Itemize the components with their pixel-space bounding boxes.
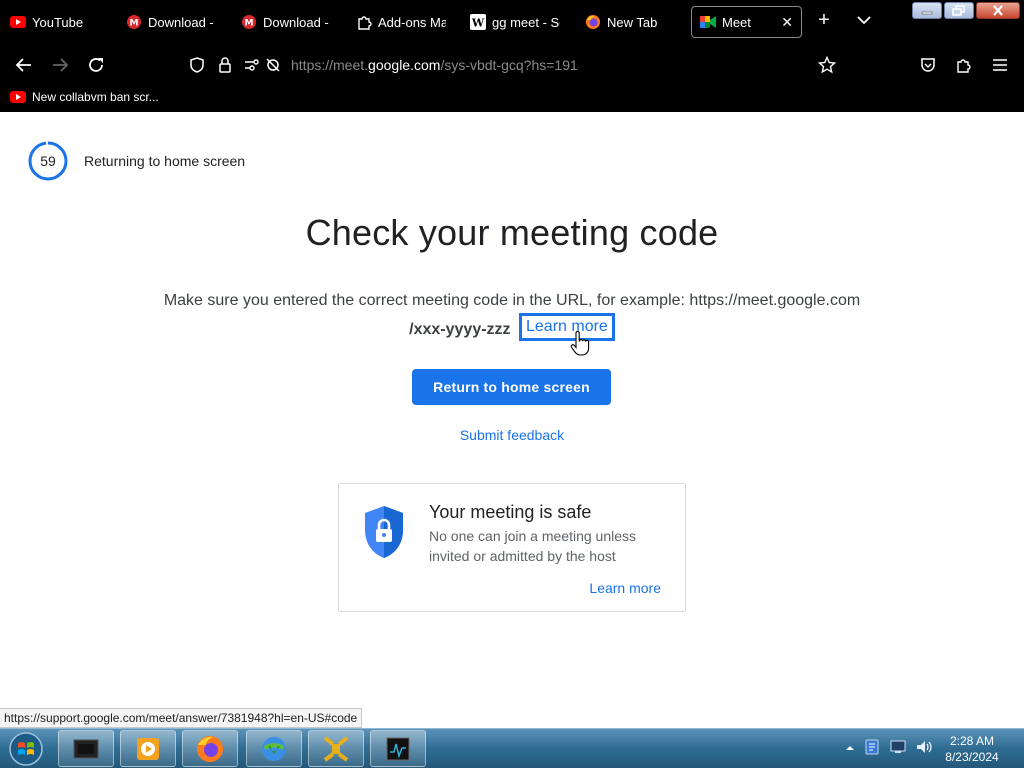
mega-icon: M xyxy=(241,14,257,30)
camera-blocked-icon[interactable] xyxy=(262,54,284,76)
task-manager-icon[interactable] xyxy=(370,730,426,767)
lock-icon[interactable] xyxy=(214,54,236,76)
mega-icon: M xyxy=(126,14,142,30)
tab-title: gg meet - Se xyxy=(492,14,560,30)
meeting-safe-card: Your meeting is safe No one can join a m… xyxy=(338,483,686,612)
safe-card-title: Your meeting is safe xyxy=(429,502,592,522)
meet-icon xyxy=(700,14,716,30)
forward-button[interactable] xyxy=(49,54,71,76)
learn-more-link[interactable]: Learn more xyxy=(519,313,615,341)
page-title: Check your meeting code xyxy=(305,212,719,253)
safe-card-body: No one can join a meeting unless invited… xyxy=(429,528,637,564)
extensions-icon[interactable] xyxy=(953,54,975,76)
tab-meet[interactable]: Meet ✕ xyxy=(691,6,802,38)
tab-title: Meet xyxy=(722,14,751,30)
show-hidden-icons-icon[interactable] xyxy=(845,740,855,758)
countdown-label: Returning to home screen xyxy=(84,153,246,169)
taskbar-clock[interactable]: 2:28 AM 8/23/2024 xyxy=(934,733,1010,765)
close-tab-icon[interactable]: ✕ xyxy=(781,14,793,31)
network-icon[interactable] xyxy=(889,738,907,761)
list-all-tabs-icon[interactable] xyxy=(854,10,874,30)
tab-bar: YouTube M Download - M M Download - M Ad… xyxy=(0,0,1024,44)
close-window-button[interactable] xyxy=(976,2,1020,19)
clock-time: 2:28 AM xyxy=(949,734,995,748)
tab-new-tab[interactable]: New Tab xyxy=(577,6,683,38)
tab-gg-meet[interactable]: W gg meet - Se xyxy=(462,6,568,38)
pocket-icon[interactable] xyxy=(917,54,939,76)
shield-lock-icon xyxy=(365,506,403,558)
tab-addons[interactable]: Add-ons Man xyxy=(348,6,454,38)
tab-youtube[interactable]: YouTube xyxy=(2,6,114,38)
volume-icon[interactable] xyxy=(915,738,933,761)
tab-title: New Tab xyxy=(607,14,658,30)
return-home-button[interactable]: Return to home screen xyxy=(412,369,611,405)
minimize-button[interactable] xyxy=(912,2,942,19)
bookmarks-toolbar: New collabvm ban scr... xyxy=(0,86,1024,112)
bookmark-star-icon[interactable] xyxy=(816,54,838,76)
url-host: google.com xyxy=(368,57,441,73)
start-button[interactable] xyxy=(6,731,46,767)
reload-button[interactable] xyxy=(85,54,107,76)
back-button[interactable] xyxy=(13,54,35,76)
internet-download-manager-icon[interactable] xyxy=(246,730,302,767)
url-bar[interactable]: https://meet.google.com/sys-vbdt-gcq?hs=… xyxy=(291,57,578,73)
description-line-1: Make sure you entered the correct meetin… xyxy=(163,292,861,309)
safe-card-learn-more-link[interactable]: Learn more xyxy=(589,580,661,596)
tab-title: Download - M xyxy=(148,14,214,30)
puzzle-icon xyxy=(356,14,372,30)
url-path: /sys-vbdt-gcq?hs=191 xyxy=(440,57,578,73)
tracking-protection-shield-icon[interactable] xyxy=(186,54,208,76)
submit-feedback-link[interactable]: Submit feedback xyxy=(0,427,1024,443)
tab-title: YouTube xyxy=(32,14,84,30)
tab-title: Add-ons Man xyxy=(378,14,446,30)
new-tab-button[interactable]: + xyxy=(814,10,834,30)
svg-text:W: W xyxy=(471,17,485,30)
window-controls xyxy=(912,2,1020,19)
svg-text:M: M xyxy=(130,19,139,29)
clock-date: 8/23/2024 xyxy=(945,750,999,764)
system-tray xyxy=(845,729,933,768)
bookmark-label: New collabvm ban scr... xyxy=(32,90,159,104)
permissions-icon[interactable] xyxy=(242,54,264,76)
tab-title: Download - M xyxy=(263,14,329,30)
firefox-icon xyxy=(585,14,601,30)
navigation-bar: https://meet.google.com/sys-vbdt-gcq?hs=… xyxy=(0,44,1024,86)
countdown-number: 59 xyxy=(40,153,56,169)
url-prefix: https://meet. xyxy=(291,57,369,73)
wikipedia-icon: W xyxy=(470,14,486,30)
status-bar-url: https://support.google.com/meet/answer/7… xyxy=(0,708,363,728)
example-code: /xxx-yyyy-zzz xyxy=(409,321,511,338)
firefox-taskbar-icon[interactable] xyxy=(182,730,238,767)
youtube-icon xyxy=(10,91,26,103)
hand-cursor-icon xyxy=(570,331,590,356)
media-player-icon[interactable] xyxy=(120,730,176,767)
description-line-2: /xxx-yyyy-zzz Learn more xyxy=(0,313,1024,344)
tray-app-icon[interactable] xyxy=(863,738,881,761)
tab-download-2[interactable]: M Download - M xyxy=(233,6,337,38)
restore-button[interactable] xyxy=(944,2,974,19)
bookmark-item[interactable]: New collabvm ban scr... xyxy=(10,90,159,104)
youtube-icon xyxy=(10,14,26,30)
menu-hamburger-icon[interactable] xyxy=(989,54,1011,76)
tab-download-1[interactable]: M Download - M xyxy=(118,6,222,38)
svg-text:M: M xyxy=(245,19,254,29)
taskbar: 2:28 AM 8/23/2024 xyxy=(0,728,1024,768)
meet-page: 59 Returning to home screen Check your m… xyxy=(0,112,1024,728)
network-tool-icon[interactable] xyxy=(308,730,364,767)
taskbar-window-icon[interactable] xyxy=(58,730,114,767)
